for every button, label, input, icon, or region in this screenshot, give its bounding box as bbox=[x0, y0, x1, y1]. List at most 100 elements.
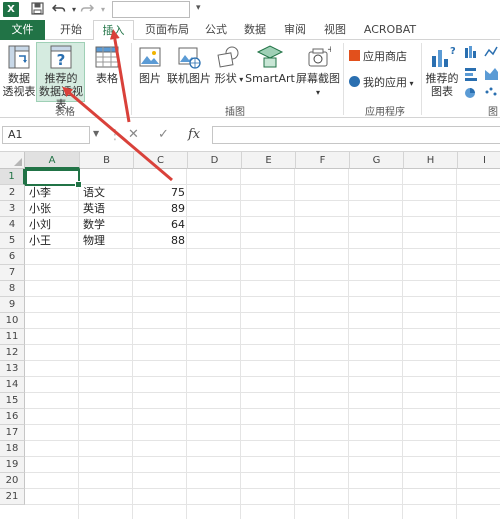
cell-b3[interactable]: 英语 bbox=[83, 201, 133, 217]
name-box[interactable]: A1 bbox=[2, 126, 90, 144]
row-header-19[interactable]: 19 bbox=[0, 457, 25, 473]
row-header-13[interactable]: 13 bbox=[0, 361, 25, 377]
formula-bar: A1 ▼ ⋮ ✕ ✓ fx bbox=[0, 118, 500, 152]
tab-data[interactable]: 数据 bbox=[237, 20, 273, 40]
redo-icon[interactable] bbox=[80, 2, 95, 17]
shapes-button[interactable]: 形状 ▾ bbox=[214, 44, 244, 86]
row-header-14[interactable]: 14 bbox=[0, 377, 25, 393]
screenshot-label: 屏幕截图 bbox=[296, 72, 340, 85]
row-header-12[interactable]: 12 bbox=[0, 345, 25, 361]
cancel-icon[interactable]: ✕ bbox=[128, 127, 139, 142]
column-header-b[interactable]: B bbox=[80, 152, 134, 169]
undo-icon[interactable] bbox=[51, 2, 66, 17]
row-header-17[interactable]: 17 bbox=[0, 425, 25, 441]
screenshot-button[interactable]: + 屏幕截图 ▾ bbox=[296, 44, 340, 99]
store-icon bbox=[349, 50, 360, 61]
column-header-g[interactable]: G bbox=[350, 152, 404, 169]
cell-c4[interactable]: 64 bbox=[134, 217, 185, 233]
customize-qat-icon[interactable]: ▾ bbox=[196, 3, 201, 13]
cell-b2[interactable]: 语文 bbox=[83, 185, 133, 201]
recommended-charts-label-1: 推荐的 bbox=[425, 72, 459, 85]
column-header-h[interactable]: H bbox=[404, 152, 458, 169]
chart-types-icon bbox=[465, 46, 498, 98]
row-header-4[interactable]: 4 bbox=[0, 217, 25, 233]
column-header-c[interactable]: C bbox=[134, 152, 188, 169]
table-label: 表格 bbox=[96, 72, 118, 85]
formula-input[interactable] bbox=[212, 126, 500, 144]
row-header-15[interactable]: 15 bbox=[0, 393, 25, 409]
pivot-table-button[interactable]: 数据 透视表 bbox=[2, 44, 36, 98]
store-label: 应用商店 bbox=[363, 50, 407, 63]
recommended-charts-icon: ? bbox=[432, 46, 455, 67]
smartart-label: SmartArt bbox=[245, 72, 295, 85]
column-header-e[interactable]: E bbox=[242, 152, 296, 169]
column-header-a[interactable]: A bbox=[25, 152, 80, 169]
column-header-i[interactable]: I bbox=[458, 152, 500, 169]
row-header-6[interactable]: 6 bbox=[0, 249, 25, 265]
quick-access-toolbar: X ▾ ▾ ▾ bbox=[0, 0, 500, 20]
tab-formulas[interactable]: 公式 bbox=[198, 20, 234, 40]
cell-c5[interactable]: 88 bbox=[134, 233, 185, 249]
pictures-button[interactable]: 图片 bbox=[135, 44, 165, 85]
pivot-table-icon bbox=[8, 45, 30, 69]
cell-a3[interactable]: 小张 bbox=[29, 201, 79, 217]
svg-text:+: + bbox=[327, 45, 331, 55]
row-header-21[interactable]: 21 bbox=[0, 489, 25, 505]
row-header-5[interactable]: 5 bbox=[0, 233, 25, 249]
tab-acrobat[interactable]: ACROBAT bbox=[358, 20, 422, 40]
row-header-1[interactable]: 1 bbox=[0, 169, 25, 185]
select-all-button[interactable] bbox=[0, 152, 25, 169]
my-apps-button[interactable]: 我的应用 ▾ bbox=[349, 75, 414, 91]
store-button[interactable]: 应用商店 bbox=[349, 49, 407, 65]
active-cell-a1[interactable] bbox=[25, 169, 82, 188]
my-apps-icon bbox=[349, 76, 360, 87]
row-header-18[interactable]: 18 bbox=[0, 441, 25, 457]
redo-dropdown-icon[interactable]: ▾ bbox=[96, 2, 110, 17]
undo-dropdown-icon[interactable]: ▾ bbox=[67, 2, 81, 17]
row-header-9[interactable]: 9 bbox=[0, 297, 25, 313]
row-header-10[interactable]: 10 bbox=[0, 313, 25, 329]
cell-a5[interactable]: 小王 bbox=[29, 233, 79, 249]
row-header-8[interactable]: 8 bbox=[0, 281, 25, 297]
excel-logo-icon: X bbox=[3, 2, 19, 17]
recommended-pivot-button[interactable]: ? 推荐的 数据透视表 bbox=[37, 44, 85, 111]
screenshot-icon: + bbox=[308, 45, 331, 67]
document-title-box bbox=[112, 1, 190, 18]
tab-view[interactable]: 视图 bbox=[317, 20, 353, 40]
cell-c2[interactable]: 75 bbox=[134, 185, 185, 201]
tab-page-layout[interactable]: 页面布局 bbox=[137, 20, 197, 40]
online-pictures-label: 联机图片 bbox=[167, 72, 211, 85]
cell-b5[interactable]: 物理 bbox=[83, 233, 133, 249]
online-pictures-button[interactable]: 联机图片 bbox=[166, 44, 212, 85]
column-header-d[interactable]: D bbox=[188, 152, 242, 169]
row-header-11[interactable]: 11 bbox=[0, 329, 25, 345]
insert-function-icon[interactable]: fx bbox=[188, 127, 200, 142]
cell-a4[interactable]: 小刘 bbox=[29, 217, 79, 233]
tab-review[interactable]: 审阅 bbox=[277, 20, 313, 40]
cell-a2[interactable]: 小李 bbox=[29, 185, 79, 201]
tab-insert[interactable]: 插入 bbox=[93, 20, 134, 41]
smartart-icon bbox=[256, 45, 284, 68]
smartart-button[interactable]: SmartArt bbox=[245, 44, 295, 85]
table-button[interactable]: 表格 bbox=[88, 44, 126, 85]
column-header-f[interactable]: F bbox=[296, 152, 350, 169]
chart-types-gallery[interactable] bbox=[463, 44, 500, 100]
tab-home[interactable]: 开始 bbox=[50, 20, 92, 40]
recommended-charts-button[interactable]: ? 推荐的 图表 bbox=[424, 44, 460, 98]
cell-c3[interactable]: 89 bbox=[134, 201, 185, 217]
save-icon[interactable] bbox=[30, 2, 44, 17]
cell-b4[interactable]: 数学 bbox=[83, 217, 133, 233]
row-header-7[interactable]: 7 bbox=[0, 265, 25, 281]
enter-icon[interactable]: ✓ bbox=[158, 127, 169, 142]
row-header-3[interactable]: 3 bbox=[0, 201, 25, 217]
tab-file[interactable]: 文件 bbox=[0, 20, 45, 40]
row-header-16[interactable]: 16 bbox=[0, 409, 25, 425]
ribbon-insert: 数据 透视表 ? 推荐的 数据透视表 表格 表格 图片 联机图片 形状 ▾ Sm… bbox=[0, 40, 500, 118]
name-box-dropdown-icon[interactable]: ▼ bbox=[93, 129, 99, 138]
row-header-20[interactable]: 20 bbox=[0, 473, 25, 489]
shapes-icon bbox=[217, 46, 239, 68]
group-separator bbox=[421, 43, 422, 115]
pictures-label: 图片 bbox=[139, 72, 161, 85]
charts-group-label: 图 bbox=[488, 107, 498, 118]
row-header-2[interactable]: 2 bbox=[0, 185, 25, 201]
